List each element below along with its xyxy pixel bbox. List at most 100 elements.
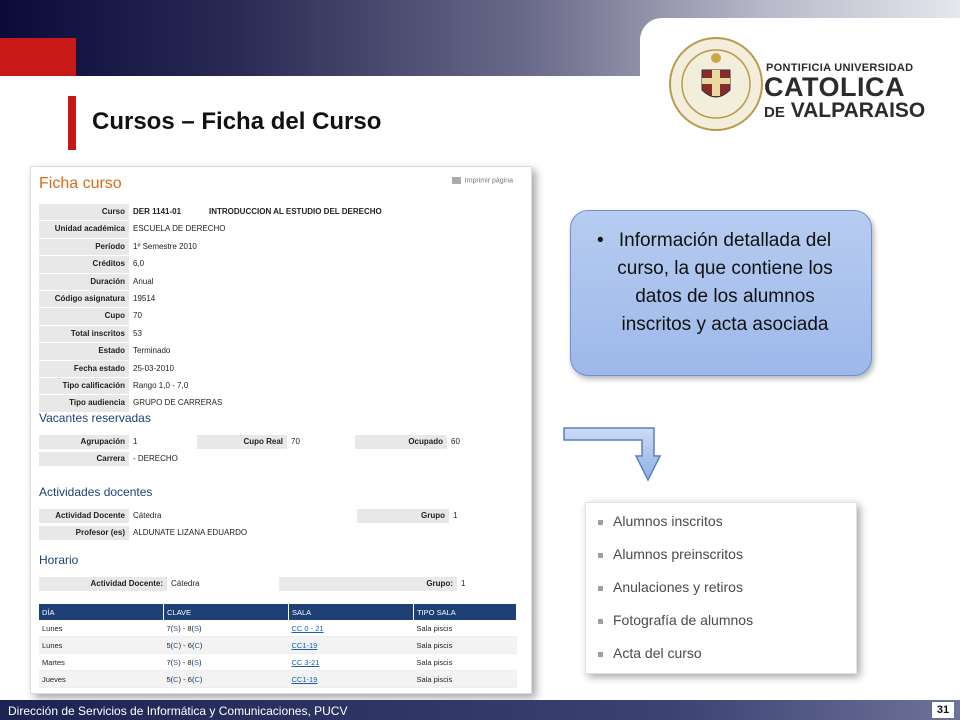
university-line-3: DE VALPARAISO	[764, 99, 926, 122]
detail-row: Unidad académica ESCUELA DE DERECHO	[39, 221, 519, 239]
detail-value: DER 1141-01	[133, 207, 182, 216]
bullet-square-icon	[598, 585, 603, 591]
sala-cell: CC 3-21	[288, 653, 414, 671]
actividades-title: Actividades docentes	[39, 485, 153, 499]
course-options-menu: Alumnos inscritos Alumnos preinscritos Anu…	[585, 502, 857, 674]
sala-link[interactable]: CC 0 - 21	[292, 624, 324, 633]
detail-row: Curso DER 1141-01 INTRODUCCION AL ESTUDIO …	[39, 204, 519, 222]
table-row: Lunes 7(S) - 8(S) CC 0 - 21 Sala piscis	[39, 620, 517, 637]
vacantes-row-1: Agrupación 1 Cupo Real 70 Ocupado 60	[39, 435, 509, 449]
schedule-column-header: SALA	[288, 604, 414, 620]
detail-label: Créditos	[39, 256, 129, 273]
bullet-square-icon	[598, 618, 603, 624]
day-cell: Lunes	[39, 620, 164, 637]
bullet-square-icon	[598, 651, 603, 657]
detail-value: 53	[133, 328, 142, 338]
detail-row: Duración Anual	[39, 273, 519, 291]
detail-value: 1º Semestre 2010	[133, 241, 197, 251]
detail-row: Estado Terminado	[39, 343, 519, 361]
detail-value: ESCUELA DE DERECHO	[133, 224, 226, 234]
university-seal-icon	[669, 37, 763, 131]
schedule-column-header: DÍA	[39, 604, 164, 620]
detail-label: Total inscritos	[39, 325, 129, 343]
detail-label: Tipo audiencia	[39, 395, 129, 412]
menu-item-label: Anulaciones y retiros	[613, 579, 743, 595]
detail-row: Código asignatura 19514	[39, 290, 519, 309]
actividades-row-2: Profesor (es) ALDUNATE LIZANA EDUARDO	[39, 526, 509, 540]
slide-title: Cursos – Ficha del Curso	[92, 108, 382, 135]
bullet-square-icon	[598, 552, 603, 558]
printer-icon	[451, 177, 461, 184]
detail-value: 6,0	[133, 259, 145, 269]
table-row: Martes 7(S) - 8(S) CC 3-21 Sala piscis	[39, 653, 517, 671]
menu-item[interactable]: Fotografía de alumnos	[598, 612, 753, 628]
detail-value: Anual	[133, 276, 154, 286]
tipo-sala-cell: Sala piscis	[413, 653, 517, 671]
detail-value: Rango 1,0 - 7,0	[133, 380, 189, 390]
callout-text: Información detallada del curso, la que …	[617, 230, 833, 335]
detail-row: Cupo 70	[39, 308, 519, 326]
tipo-sala-cell: Sala piscis	[413, 636, 517, 654]
table-row: Lunes 5(C) - 6(C) CC1-19 Sala piscis	[39, 636, 517, 654]
detail-value: 70	[133, 311, 142, 321]
footer-text: Dirección de Servicios de Informática y …	[8, 704, 348, 718]
vacantes-title: Vacantes reservadas	[39, 411, 151, 425]
day-cell: Jueves	[39, 670, 164, 688]
detail-label: Fecha estado	[39, 360, 129, 377]
detail-value: Terminado	[133, 346, 171, 356]
sala-cell: CC1-19	[288, 670, 414, 688]
down-arrow-icon	[563, 427, 662, 482]
menu-item-label: Alumnos preinscritos	[613, 546, 743, 562]
print-link[interactable]: Imprimir página	[451, 177, 513, 184]
clave-cell: 7(S) - 8(S)	[163, 653, 289, 671]
info-callout: • Información detallada del curso, la qu…	[570, 210, 872, 376]
detail-label: Curso	[39, 204, 129, 221]
title-accent	[68, 96, 76, 150]
menu-item[interactable]: Alumnos inscritos	[598, 513, 723, 529]
horario-title: Horario	[39, 553, 79, 567]
ficha-title: Ficha curso	[39, 175, 122, 192]
sala-cell: CC1-19	[288, 636, 414, 654]
bullet-square-icon	[598, 519, 603, 525]
sala-link[interactable]: CC1-19	[292, 675, 318, 684]
detail-row: Total inscritos 53	[39, 325, 519, 344]
tipo-sala-cell: Sala piscis	[413, 620, 517, 637]
schedule-table: DÍA CLAVE SALA TIPO SALA Lunes 7(S) - 8(S) CC…	[39, 604, 517, 688]
clave-cell: 5(C) - 6(C)	[163, 670, 289, 688]
table-row: Jueves 5(C) - 6(C) CC1-19 Sala piscis	[39, 670, 517, 688]
detail-label: Estado	[39, 343, 129, 360]
detail-label: Tipo calificación	[39, 377, 129, 395]
detail-label: Unidad académica	[39, 221, 129, 238]
actividades-row-1: Actividad Docente Cátedra Grupo 1	[39, 509, 509, 523]
detail-value: GRUPO DE CARRERAS	[133, 398, 223, 408]
clave-cell: 7(S) - 8(S)	[163, 620, 289, 637]
vacantes-row-2: Carrera - DERECHO	[39, 452, 509, 466]
sala-link[interactable]: CC1-19	[292, 641, 318, 650]
course-name: INTRODUCCION AL ESTUDIO DEL DERECHO	[209, 207, 382, 216]
tipo-sala-cell: Sala piscis	[413, 670, 517, 688]
horario-header-row: Actividad Docente: Cátedra Grupo: 1	[39, 577, 509, 591]
detail-row: Tipo calificación Rango 1,0 - 7,0	[39, 377, 519, 396]
sala-link[interactable]: CC 3-21	[292, 658, 320, 667]
detail-label: Código asignatura	[39, 290, 129, 308]
menu-item[interactable]: Alumnos preinscritos	[598, 546, 743, 562]
detail-label: Cupo	[39, 308, 129, 325]
day-cell: Lunes	[39, 636, 164, 654]
ficha-curso-panel: Ficha curso Imprimir página Curso DER 114…	[30, 166, 532, 694]
menu-item-label: Alumnos inscritos	[613, 513, 723, 529]
menu-item[interactable]: Anulaciones y retiros	[598, 579, 743, 595]
schedule-column-header: TIPO SALA	[413, 604, 517, 620]
course-details: Curso DER 1141-01 INTRODUCCION AL ESTUDIO …	[39, 204, 519, 413]
day-cell: Martes	[39, 653, 164, 671]
menu-item-label: Fotografía de alumnos	[613, 612, 754, 628]
detail-row: Créditos 6,0	[39, 256, 519, 274]
detail-row: Período 1º Semestre 2010	[39, 238, 519, 257]
sala-cell: CC 0 - 21	[288, 620, 414, 637]
clave-cell: 5(C) - 6(C)	[163, 636, 289, 654]
menu-item-label: Acta del curso	[613, 645, 702, 661]
detail-label: Duración	[39, 273, 129, 290]
detail-label: Período	[39, 238, 129, 256]
schedule-column-header: CLAVE	[163, 604, 289, 620]
menu-item[interactable]: Acta del curso	[598, 645, 702, 661]
detail-value: 25-03-2010	[133, 363, 174, 373]
